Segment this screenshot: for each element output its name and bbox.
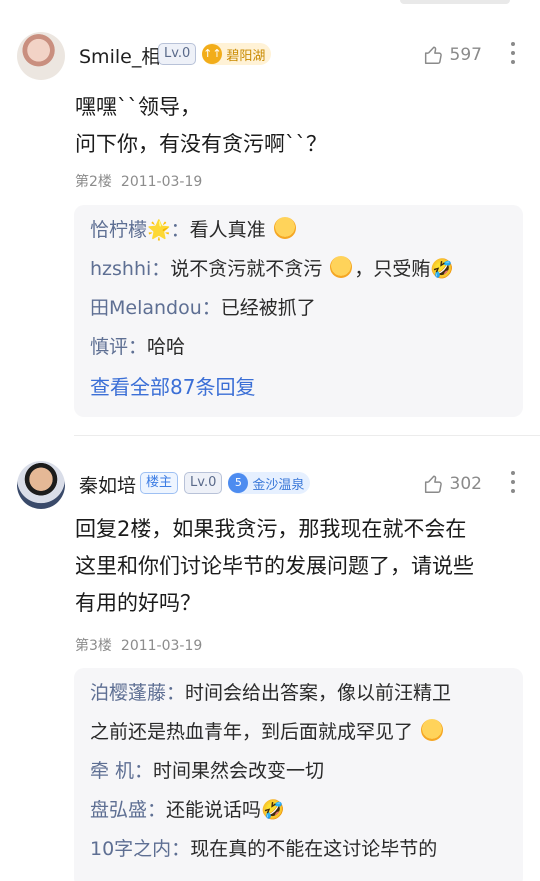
reply-text: 说不贪污就不贪污	[170, 258, 323, 280]
view-all-replies-link[interactable]: 查看全部87条回复	[90, 367, 507, 407]
post-date: 2011-03-19	[120, 174, 203, 190]
like-button[interactable]: 597	[422, 44, 482, 66]
post-divider	[74, 435, 540, 436]
reply-panel: 恰柠檬🌟：看人真准 hzshhi：说不贪污就不贪污 ，只受贿🤣 田Melando…	[74, 205, 523, 417]
thumbs-up-icon	[424, 475, 442, 493]
bar-member-name: 金沙温泉	[252, 477, 305, 493]
user-badges: Lv.0 ↑↑ 碧阳湖	[158, 43, 272, 65]
rank-up-icon: ↑↑	[202, 44, 223, 64]
reply-item-continued[interactable]: 之前还是热血青年，到后面就成罕见了	[90, 713, 507, 752]
like-count: 597	[449, 45, 482, 65]
post-header: Smile_相 Lv.0 ↑↑ 碧阳湖 597	[0, 26, 540, 82]
reply-username[interactable]: 10字之内：	[90, 838, 190, 860]
reply-text: 哈哈	[147, 336, 186, 358]
post-content: 回复2楼，如果我贪污，那我现在就不会在 这里和你们讨论毕节的发展问题了，请说些 …	[75, 511, 525, 622]
post-date: 2011-03-19	[120, 638, 203, 654]
reply-item[interactable]: 泊樱蓬藤：时间会给出答案，像以前汪精卫	[90, 674, 507, 713]
reply-username[interactable]: 田Melandou：	[90, 297, 221, 319]
more-vertical-icon[interactable]	[510, 42, 516, 64]
content-line: 有用的好吗？	[75, 591, 201, 615]
emoji-icon	[273, 217, 296, 239]
reply-username[interactable]: 牵 机：	[90, 760, 153, 782]
thread-host-badge: 楼主	[140, 472, 179, 494]
user-badges: 楼主 Lv.0 5 金沙温泉	[140, 472, 311, 494]
content-line: 嘿嘿``领导，	[75, 95, 201, 119]
content-line: 回复2楼，如果我贪污，那我现在就不会在	[75, 517, 467, 541]
reply-item[interactable]: 牵 机：时间果然会改变一切	[90, 752, 507, 791]
avatar[interactable]	[17, 461, 65, 509]
bar-member-badge[interactable]: ↑↑ 碧阳湖	[202, 43, 272, 65]
post-floor-3: 秦如培 楼主 Lv.0 5 金沙温泉 302 回复2楼，如果我贪污，那我现在就不…	[0, 455, 540, 881]
reply-item[interactable]: 恰柠檬🌟：看人真准	[90, 211, 507, 250]
reply-item[interactable]: 慎评：哈哈	[90, 328, 507, 367]
post-meta: 第2楼 2011-03-19	[75, 171, 202, 191]
level-badge: Lv.0	[158, 43, 197, 65]
username[interactable]: Smile_相	[79, 42, 160, 69]
reply-text: 之前还是热血青年，到后面就成罕见了	[90, 721, 414, 743]
reply-item[interactable]: 盘弘盛：还能说话吗🤣	[90, 791, 507, 830]
reply-text: 看人真准	[189, 219, 266, 241]
reply-username[interactable]: hzshhi：	[90, 258, 170, 280]
reply-username[interactable]: 泊樱蓬藤：	[90, 682, 185, 704]
reply-username[interactable]: 恰柠檬🌟：	[90, 219, 190, 241]
reply-text: 时间果然会改变一切	[153, 760, 325, 782]
reply-text: 时间会给出答案，像以前汪精卫	[185, 682, 452, 704]
floor-number: 第2楼	[75, 174, 112, 190]
floor-number: 第3楼	[75, 638, 112, 654]
thumbs-up-icon	[424, 46, 442, 64]
username[interactable]: 秦如培	[79, 471, 136, 498]
level-badge: Lv.0	[184, 472, 223, 494]
reply-item[interactable]: 10字之内：现在真的不能在这讨论毕节的	[90, 830, 507, 869]
post-floor-2: Smile_相 Lv.0 ↑↑ 碧阳湖 597 嘿嘿``领导， 问下你，有没有贪…	[0, 26, 540, 417]
bar-member-name: 碧阳湖	[226, 48, 266, 64]
bar-member-badge[interactable]: 5 金沙温泉	[228, 472, 311, 494]
top-stub	[400, 0, 510, 4]
reply-username[interactable]: 慎评：	[90, 336, 147, 358]
reply-text: 已经被抓了	[220, 297, 316, 319]
reply-text: 还能说话吗🤣	[166, 799, 285, 821]
reply-username[interactable]: 盘弘盛：	[90, 799, 166, 821]
content-line: 问下你，有没有贪污啊``？	[75, 132, 327, 156]
emoji-icon	[330, 256, 353, 278]
content-line: 这里和你们讨论毕节的发展问题了，请说些	[75, 554, 474, 578]
like-button[interactable]: 302	[422, 473, 482, 495]
reply-item[interactable]: hzshhi：说不贪污就不贪污 ，只受贿🤣	[90, 250, 507, 289]
reply-text-tail: ，只受贿🤣	[354, 258, 455, 280]
reply-panel: 泊樱蓬藤：时间会给出答案，像以前汪精卫 之前还是热血青年，到后面就成罕见了 牵 …	[74, 668, 523, 881]
like-count: 302	[449, 474, 482, 494]
rank-number-icon: 5	[228, 473, 249, 493]
post-meta: 第3楼 2011-03-19	[75, 635, 202, 655]
emoji-icon	[421, 719, 444, 741]
post-header: 秦如培 楼主 Lv.0 5 金沙温泉 302	[0, 455, 540, 511]
avatar[interactable]	[17, 32, 65, 80]
post-content: 嘿嘿``领导， 问下你，有没有贪污啊``？	[75, 89, 525, 163]
reply-text: 现在真的不能在这讨论毕节的	[190, 838, 438, 860]
more-vertical-icon[interactable]	[510, 471, 516, 493]
reply-item[interactable]: 田Melandou：已经被抓了	[90, 289, 507, 328]
